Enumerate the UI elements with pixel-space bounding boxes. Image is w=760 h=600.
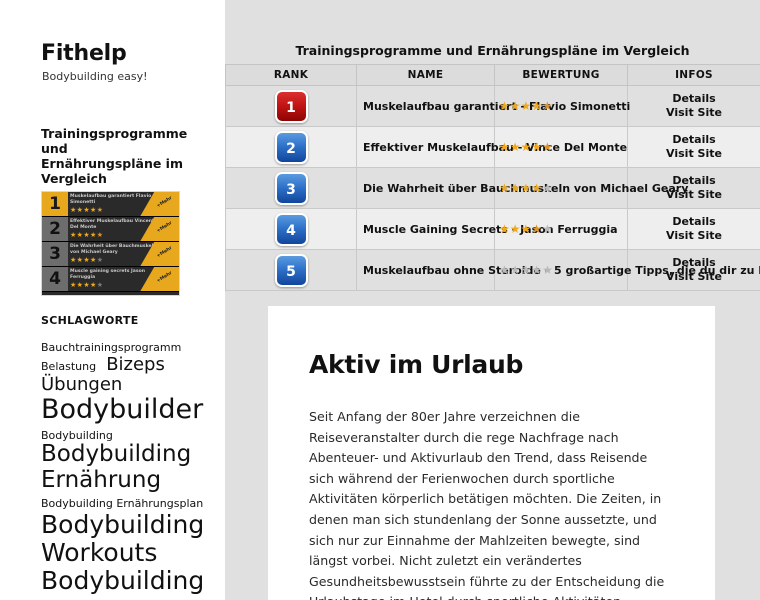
site-logo-title[interactable]: Fithelp xyxy=(41,41,127,66)
tagcloud-link[interactable]: Bodybuilding xyxy=(41,566,204,595)
tagcloud-link[interactable]: Bizeps xyxy=(106,354,165,375)
table-header-row: RANK NAME BEWERTUNG INFOS xyxy=(225,64,760,86)
widget-rank-row[interactable]: 2 Effektiver Muskelaufbau Vincent Del Mon… xyxy=(42,217,179,242)
widget-rank-number: 4 xyxy=(42,267,68,291)
visit-site-link[interactable]: Visit Site xyxy=(629,106,759,120)
product-name-link[interactable]: Effektiver Muskelaufbau - Vince Del Mont… xyxy=(363,141,627,154)
cell-rank: 3 xyxy=(225,167,357,209)
rank-badge: 3 xyxy=(274,171,308,205)
cell-name[interactable]: Muskelaufbau garantiert - Flavio Simonet… xyxy=(356,85,630,127)
widget-rank-number: 1 xyxy=(42,192,68,216)
details-link[interactable]: Details xyxy=(629,133,759,147)
widget-rank-row[interactable]: 1 Muskelaufbau garantiert Flavio Simonett… xyxy=(42,192,179,217)
widget-rank-row[interactable]: 4 Muscle gaining secrets Jason Ferruggia ★… xyxy=(42,267,179,292)
widget-more-ribbon-label: +Mehr xyxy=(156,195,174,210)
sidebar: Fithelp Bodybuilding easy! Trainingsprog… xyxy=(0,0,225,600)
tagcloud-link[interactable]: Bodybuilding Ernährungsplan xyxy=(41,497,203,510)
tagcloud: Bauchtrainingsprogramm Belastung Bizeps … xyxy=(41,338,219,595)
cell-name[interactable]: Die Wahrheit über Bauchmuskeln von Micha… xyxy=(356,167,688,209)
cell-rank: 5 xyxy=(225,249,357,291)
table-row: 5 Muskelaufbau ohne Steroide – 5 großarti… xyxy=(225,249,760,291)
comparison-table: RANK NAME BEWERTUNG INFOS 1 Muskelaufbau … xyxy=(225,64,760,291)
widget-rank-stars: ★★★★★ xyxy=(70,281,104,289)
rating-stars: ★★★★★ xyxy=(499,222,553,236)
rating-stars: ★★★★★ xyxy=(499,181,553,195)
widget-more-ribbon-label: +Mehr xyxy=(156,220,174,235)
sidebar-comparison-widget: Trainingsprogramme und Ernährungspläne i… xyxy=(41,126,201,296)
widget-rank-number: 2 xyxy=(42,217,68,241)
table-row: 1 Muskelaufbau garantiert - Flavio Simone… xyxy=(225,85,760,127)
col-header-infos[interactable]: INFOS xyxy=(627,64,760,86)
tagcloud-link[interactable]: Belastung xyxy=(41,360,96,373)
col-header-name[interactable]: NAME xyxy=(356,64,495,86)
rank-badge: 1 xyxy=(274,89,308,123)
cell-rank: 2 xyxy=(225,126,357,168)
cell-infos: Details Visit Site xyxy=(627,208,760,250)
article-title: Aktiv im Urlaub xyxy=(309,350,524,379)
visit-site-link[interactable]: Visit Site xyxy=(629,147,759,161)
page-root: Fithelp Bodybuilding easy! Trainingsprog… xyxy=(0,0,760,600)
rating-stars: ★★★★★ xyxy=(499,263,553,277)
tagcloud-link[interactable]: Übungen xyxy=(41,374,122,395)
rank-badge: 5 xyxy=(274,253,308,287)
tagcloud-link[interactable]: Bodybuilding Ernährung xyxy=(41,441,191,493)
table-row: 3 Die Wahrheit über Bauchmuskeln von Mich… xyxy=(225,167,760,209)
widget-ranking-image[interactable]: 1 Muskelaufbau garantiert Flavio Simonett… xyxy=(41,191,180,296)
content-area: Trainingsprogramme und Ernährungspläne i… xyxy=(225,0,760,600)
cell-name[interactable]: Muscle Gaining Secrets - Jason Ferruggia xyxy=(356,208,618,250)
cell-rank: 4 xyxy=(225,208,357,250)
cell-infos: Details Visit Site xyxy=(627,126,760,168)
details-link[interactable]: Details xyxy=(629,92,759,106)
widget-rank-stars: ★★★★★ xyxy=(70,206,104,214)
article-panel: Aktiv im Urlaub Seit Anfang der 80er Jah… xyxy=(268,306,715,600)
comparison-table-caption: Trainingsprogramme und Ernährungspläne i… xyxy=(225,38,760,64)
cell-name[interactable]: Muskelaufbau ohne Steroide – 5 großartig… xyxy=(356,249,760,291)
table-row: 4 Muscle Gaining Secrets - Jason Ferruggi… xyxy=(225,208,760,250)
site-tagline: Bodybuilding easy! xyxy=(42,70,148,83)
col-header-rank[interactable]: RANK xyxy=(225,64,357,86)
cell-infos: Details Visit Site xyxy=(627,85,760,127)
product-name-link[interactable]: Muskelaufbau garantiert - Flavio Simonet… xyxy=(363,100,630,113)
details-link[interactable]: Details xyxy=(629,215,759,229)
rating-stars: ★★★★★ xyxy=(499,140,553,154)
cell-name[interactable]: Effektiver Muskelaufbau - Vince Del Mont… xyxy=(356,126,627,168)
product-name-link[interactable]: Muskelaufbau ohne Steroide – 5 großartig… xyxy=(363,264,760,277)
widget-more-ribbon-label: +Mehr xyxy=(156,270,174,285)
visit-site-link[interactable]: Visit Site xyxy=(629,229,759,243)
product-name-link[interactable]: Muscle Gaining Secrets - Jason Ferruggia xyxy=(363,223,618,236)
widget-rank-stars: ★★★★★ xyxy=(70,256,104,264)
table-row: 2 Effektiver Muskelaufbau - Vince Del Mon… xyxy=(225,126,760,168)
tagcloud-link[interactable]: Bodybuilder xyxy=(41,394,203,425)
col-header-bewertung[interactable]: BEWERTUNG xyxy=(494,64,628,86)
comparison-table-body: 1 Muskelaufbau garantiert - Flavio Simone… xyxy=(225,85,760,291)
article-body-text: Seit Anfang der 80er Jahre verzeichnen d… xyxy=(309,409,665,600)
rank-badge: 2 xyxy=(274,130,308,164)
tagcloud-link[interactable]: Bauchtrainingsprogramm xyxy=(41,341,181,354)
tagcloud-link[interactable]: Bodybuilding xyxy=(41,429,113,442)
rank-badge: 4 xyxy=(274,212,308,246)
widget-rank-row[interactable]: 3 Die Wahrheit über Bauchmuskeln von Mich… xyxy=(42,242,179,267)
widget-rank-number: 3 xyxy=(42,242,68,266)
widget-rank-stars: ★★★★★ xyxy=(70,231,104,239)
widget-title: Trainingsprogramme und Ernährungspläne i… xyxy=(41,126,188,186)
widget-more-ribbon-label: +Mehr xyxy=(156,245,174,260)
cell-rank: 1 xyxy=(225,85,357,127)
tagcloud-heading: SCHLAGWORTE xyxy=(41,314,139,327)
tagcloud-link[interactable]: Bodybuilding Workouts xyxy=(41,510,204,567)
comparison-table-wrapper: Trainingsprogramme und Ernährungspläne i… xyxy=(225,38,760,291)
rating-stars: ★★★★★ xyxy=(499,99,553,113)
